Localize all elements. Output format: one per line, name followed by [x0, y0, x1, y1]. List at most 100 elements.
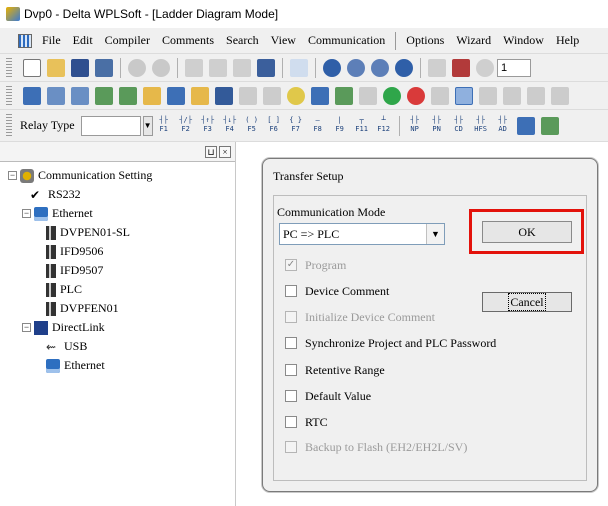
- checkbox-box[interactable]: [285, 337, 297, 349]
- folder-icon[interactable]: [143, 86, 161, 105]
- monitor-icon[interactable]: [287, 86, 305, 105]
- toolbar-grip[interactable]: [6, 58, 12, 77]
- ladder-mode-icon[interactable]: [23, 86, 41, 105]
- status-icon[interactable]: [359, 86, 377, 105]
- tree-item-ethernet[interactable]: − Ethernet: [0, 204, 235, 223]
- tree-item-dvpfen01[interactable]: DVPFEN01: [0, 299, 235, 318]
- tree-item-directlink-ethernet[interactable]: Ethernet: [0, 356, 235, 375]
- online-icon[interactable]: [128, 58, 146, 77]
- ad-button[interactable]: ┤├ AD: [494, 116, 512, 136]
- read-icon[interactable]: [239, 86, 257, 105]
- chevron-down-icon[interactable]: ▼: [426, 224, 444, 244]
- menu-compiler[interactable]: Compiler: [99, 33, 156, 48]
- cancel-button[interactable]: Cancel: [482, 292, 572, 312]
- step-icon[interactable]: [476, 58, 494, 77]
- tree-item-ifd9506[interactable]: IFD9506: [0, 242, 235, 261]
- device-icon[interactable]: [167, 86, 185, 105]
- help-icon[interactable]: [395, 58, 413, 77]
- pin-icon[interactable]: ⊔: [205, 145, 217, 158]
- device-comment-checkbox[interactable]: Device Comment: [285, 283, 389, 299]
- tree-item-plc[interactable]: PLC: [0, 280, 235, 299]
- f11-button[interactable]: ┬ F11: [353, 116, 371, 136]
- transfer-icon[interactable]: [431, 86, 449, 105]
- tree-item-dvpen01-sl[interactable]: DVPEN01-SL: [0, 223, 235, 242]
- tree-item-communication-setting[interactable]: − Communication Setting: [0, 166, 235, 185]
- menu-communication[interactable]: Communication: [302, 33, 391, 48]
- f8-button[interactable]: — F8: [309, 116, 327, 136]
- compare-icon[interactable]: [263, 86, 281, 105]
- undo-icon[interactable]: [290, 58, 308, 77]
- cut-icon[interactable]: [185, 58, 203, 77]
- f1-contact-button[interactable]: ┤├ F1: [155, 116, 173, 136]
- open-folder-icon[interactable]: [47, 58, 65, 77]
- menu-app-icon[interactable]: [18, 33, 32, 48]
- tree-item-ifd9507[interactable]: IFD9507: [0, 261, 235, 280]
- copy-icon[interactable]: [209, 58, 227, 77]
- f7-button[interactable]: { } F7: [287, 116, 305, 136]
- relay-type-select[interactable]: [80, 115, 141, 136]
- f6-button[interactable]: [ ] F6: [265, 116, 283, 136]
- checkbox-box[interactable]: [285, 364, 297, 376]
- toolbar-grip[interactable]: [6, 114, 12, 137]
- code-view-icon[interactable]: [527, 86, 545, 105]
- chevron-down-icon[interactable]: ▼: [142, 115, 153, 136]
- sfc-mode-icon[interactable]: [71, 86, 89, 105]
- instruction-mode-icon[interactable]: [47, 86, 65, 105]
- instruction-list-icon[interactable]: [516, 116, 535, 135]
- collapse-icon[interactable]: −: [8, 171, 17, 180]
- toolbar-grip[interactable]: [6, 86, 12, 105]
- project-icon[interactable]: [191, 86, 209, 105]
- menu-view[interactable]: View: [265, 33, 302, 48]
- new-file-icon[interactable]: [23, 58, 41, 77]
- find-icon[interactable]: [323, 58, 341, 77]
- tree-item-usb[interactable]: ⇜ USB: [0, 337, 235, 356]
- extra-icon[interactable]: [551, 86, 569, 105]
- f3-contact-button[interactable]: ┤↑├ F3: [199, 116, 217, 136]
- stop-icon[interactable]: [335, 86, 353, 105]
- register-icon[interactable]: [452, 58, 470, 77]
- hfs-button[interactable]: ┤├ HFS: [472, 116, 490, 136]
- write-icon[interactable]: [215, 86, 233, 105]
- api-icon[interactable]: [540, 116, 559, 135]
- checkbox-box[interactable]: [285, 285, 297, 297]
- menu-help[interactable]: Help: [550, 33, 585, 48]
- zoom-out-icon[interactable]: [371, 58, 389, 77]
- menu-edit[interactable]: Edit: [67, 33, 99, 48]
- tree-item-directlink[interactable]: − DirectLink: [0, 318, 235, 337]
- pn-button[interactable]: ┤├ PN: [428, 116, 446, 136]
- lines-icon[interactable]: [428, 58, 446, 77]
- f9-button[interactable]: | F9: [331, 116, 349, 136]
- communication-mode-select[interactable]: PC => PLC ▼: [279, 223, 445, 245]
- transfer-setup-icon[interactable]: [455, 86, 473, 105]
- checkbox-box[interactable]: [285, 390, 297, 402]
- np-button[interactable]: ┤├ NP: [406, 116, 424, 136]
- menu-wizard[interactable]: Wizard: [450, 33, 497, 48]
- run-icon[interactable]: [311, 86, 329, 105]
- collapse-icon[interactable]: −: [22, 209, 31, 218]
- cd-button[interactable]: ┤├ CD: [450, 116, 468, 136]
- check-icon[interactable]: [119, 86, 137, 105]
- save-icon[interactable]: [71, 58, 89, 77]
- f4-contact-button[interactable]: ┤↓├ F4: [221, 116, 239, 136]
- offline-icon[interactable]: [152, 58, 170, 77]
- collapse-icon[interactable]: −: [22, 323, 31, 332]
- online-stop-icon[interactable]: [407, 86, 425, 105]
- comment-icon[interactable]: [95, 86, 113, 105]
- paste-icon[interactable]: [233, 58, 251, 77]
- f5-coil-button[interactable]: ( ) F5: [243, 116, 261, 136]
- step-input[interactable]: [497, 58, 531, 77]
- retentive-range-checkbox[interactable]: Retentive Range: [285, 362, 385, 378]
- menu-file[interactable]: File: [36, 33, 67, 48]
- menu-options[interactable]: Options: [400, 33, 450, 48]
- close-icon[interactable]: ×: [219, 145, 231, 158]
- code-icon[interactable]: [503, 86, 521, 105]
- f2-contact-button[interactable]: ┤/├ F2: [177, 116, 195, 136]
- settings-icon[interactable]: [479, 86, 497, 105]
- online-run-icon[interactable]: [383, 86, 401, 105]
- ok-button[interactable]: OK: [482, 221, 572, 243]
- menu-window[interactable]: Window: [497, 33, 550, 48]
- rtc-checkbox[interactable]: RTC: [285, 414, 328, 430]
- synchronize-password-checkbox[interactable]: Synchronize Project and PLC Password: [285, 335, 496, 351]
- f12-button[interactable]: ┴ F12: [375, 116, 393, 136]
- menu-comments[interactable]: Comments: [156, 33, 220, 48]
